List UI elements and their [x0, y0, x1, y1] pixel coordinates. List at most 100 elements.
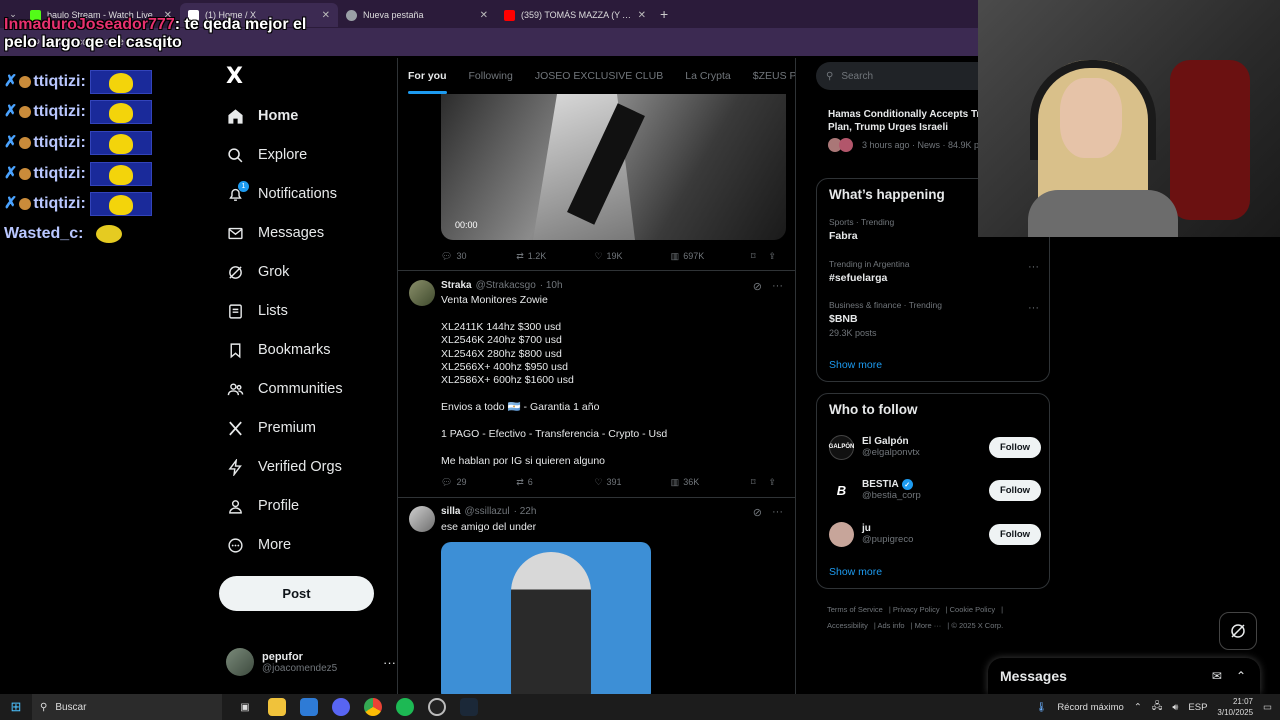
file-explorer-icon[interactable]	[268, 698, 286, 716]
new-tab-button[interactable]: +	[660, 6, 668, 22]
minion-emote-icon	[90, 100, 153, 124]
obs-icon[interactable]	[428, 698, 446, 716]
more-dots-icon[interactable]: ···	[772, 280, 783, 293]
taskbar-search[interactable]: ⚲ Buscar	[32, 694, 222, 720]
footer-link[interactable]: More ···	[915, 621, 942, 630]
follow-button[interactable]: Follow	[989, 523, 1041, 545]
tweet-author-name[interactable]: Straka	[441, 280, 472, 291]
follow-suggestion[interactable]: ju @pupigreco Follow	[829, 519, 1041, 549]
nav-communities[interactable]: Communities	[226, 376, 343, 402]
grok-floating-button[interactable]	[1219, 612, 1257, 650]
browser-tab-youtube[interactable]: (359) TOMÁS MAZZA (Y ALONS ✕	[496, 3, 654, 27]
reply-button[interactable]: 💬︎ 30	[441, 251, 516, 262]
nav-premium[interactable]: Premium	[226, 415, 316, 441]
footer-link[interactable]: Terms of Service	[827, 605, 883, 614]
show-more-link[interactable]: Show more	[829, 566, 882, 578]
browser-tab-new[interactable]: Nueva pestaña ✕	[338, 3, 496, 27]
share-icon[interactable]: ⇪	[768, 477, 786, 488]
discord-icon[interactable]	[332, 698, 350, 716]
repost-button[interactable]: ⇄ 6	[516, 477, 594, 488]
tweet-video[interactable]: 00:00	[441, 94, 786, 240]
chrome-icon[interactable]	[364, 698, 382, 716]
steam-icon[interactable]	[460, 698, 478, 716]
grok-icon	[1231, 624, 1245, 638]
follow-suggestion[interactable]: B BESTIA ✓ @bestia_corp Follow	[829, 475, 1041, 505]
views-button[interactable]: ▥ 697K	[671, 251, 751, 262]
nav-bookmarks[interactable]: Bookmarks	[226, 337, 331, 363]
tweet-author-handle[interactable]: @ssillazul	[464, 506, 509, 517]
chevron-up-icon[interactable]: ⌃	[1134, 702, 1142, 713]
trend-meta: Trending in Argentina	[829, 259, 910, 269]
avatar[interactable]	[409, 506, 435, 532]
like-button[interactable]: ♡ 391	[594, 477, 670, 488]
chat-username: ttiqtizi:	[33, 134, 86, 152]
follow-button[interactable]: Follow	[989, 436, 1041, 458]
footer-link[interactable]: Ads info	[877, 621, 904, 630]
who-to-follow-panel: Who to follow GALPÓN El Galpón @elgalpon…	[816, 393, 1050, 589]
sword-badge-icon: ✗	[4, 103, 18, 121]
compose-message-icon[interactable]: ✉	[1212, 669, 1222, 683]
grok-icon[interactable]: ⊘	[753, 506, 762, 519]
more-dots-icon[interactable]: ···	[1028, 261, 1039, 273]
windows-start-icon[interactable]: ⊞	[0, 699, 32, 715]
tweet-header-icons: ⊘ ···	[753, 280, 783, 293]
tweet-time[interactable]: · 10h	[540, 280, 563, 291]
nav-lists[interactable]: Lists	[226, 298, 288, 324]
nav-grok[interactable]: Grok	[226, 259, 289, 285]
taskbar-clock[interactable]: 21:07 3/10/2025	[1217, 696, 1253, 718]
bookmark-icon[interactable]: ⌑	[751, 477, 769, 488]
tab-following[interactable]: Following	[469, 70, 513, 82]
share-icon[interactable]: ⇪	[768, 251, 786, 262]
chart-icon: ▥	[670, 250, 680, 261]
tweet-author-handle[interactable]: @Strakacsgo	[476, 280, 536, 291]
tweet-image[interactable]	[441, 542, 651, 694]
tweet-time[interactable]: · 22h	[514, 506, 537, 517]
tab-for-you[interactable]: For you	[408, 70, 447, 94]
close-icon[interactable]: ✕	[480, 10, 488, 21]
repost-button[interactable]: ⇄ 1.2K	[516, 251, 594, 262]
chevron-up-icon[interactable]: ⌃	[1236, 669, 1246, 683]
nav-profile[interactable]: Profile	[226, 493, 299, 519]
search-icon: ⚲	[826, 70, 834, 82]
tab-la-crypta[interactable]: La Crypta	[685, 70, 731, 82]
avatar[interactable]	[409, 280, 435, 306]
show-more-link[interactable]: Show more	[829, 359, 882, 371]
views-button[interactable]: ▥ 36K	[671, 477, 751, 488]
trend-item[interactable]: Trending in Argentina #sefuelarga ···	[829, 259, 1039, 284]
footer-link[interactable]: Privacy Policy	[893, 605, 940, 614]
more-dots-icon[interactable]: ···	[1028, 302, 1039, 314]
store-icon[interactable]	[300, 698, 318, 716]
bookmark-icon[interactable]: ⌑	[751, 251, 769, 262]
tab-zeus-pepes[interactable]: $ZEUS Pepe's	[753, 70, 795, 82]
nav-more[interactable]: More	[226, 532, 291, 558]
like-button[interactable]: ♡ 19K	[594, 251, 670, 262]
trend-item[interactable]: Business & finance · Trending $BNB 29.3K…	[829, 300, 1039, 338]
notification-center-icon[interactable]: ▭	[1263, 702, 1272, 713]
feed-tabs: For you Following JOSEO EXCLUSIVE CLUB L…	[398, 58, 795, 94]
reply-button[interactable]: 💬︎ 29	[441, 477, 516, 488]
x-icon	[226, 419, 244, 437]
account-switcher[interactable]: pepufor @joacomendez5 ···	[226, 648, 396, 676]
chat-message: InmaduroJoseador777: te qeda mejor el pe…	[4, 16, 330, 52]
nav-verified-orgs[interactable]: Verified Orgs	[226, 454, 342, 480]
close-icon[interactable]: ✕	[638, 10, 646, 21]
spotify-icon[interactable]	[396, 698, 414, 716]
grok-icon[interactable]: ⊘	[753, 280, 762, 293]
footer-link[interactable]: Cookie Policy	[950, 605, 995, 614]
webcam-overlay	[978, 0, 1280, 237]
messages-drawer[interactable]: Messages ✉ ⌃	[988, 658, 1260, 694]
more-dots-icon[interactable]: ···	[772, 506, 783, 519]
task-view-icon[interactable]: ▣	[236, 698, 254, 716]
tweet-author-name[interactable]: silla	[441, 506, 460, 517]
follow-button[interactable]: Follow	[989, 479, 1041, 501]
tab-joseo-exclusive-club[interactable]: JOSEO EXCLUSIVE CLUB	[535, 70, 663, 82]
footer-link[interactable]: Accessibility	[827, 621, 868, 630]
volume-icon[interactable]: 🔊︎	[1172, 702, 1178, 713]
language-indicator[interactable]: ESP	[1188, 702, 1207, 713]
weather-text[interactable]: Récord máximo	[1057, 702, 1124, 713]
search-placeholder: Search	[841, 70, 874, 82]
post-button[interactable]: Post	[219, 576, 374, 611]
more-dots-icon[interactable]: ···	[383, 655, 396, 670]
follow-suggestion[interactable]: GALPÓN El Galpón @elgalponvtx Follow	[829, 432, 1041, 462]
network-icon[interactable]: 🖧︎	[1152, 699, 1163, 715]
